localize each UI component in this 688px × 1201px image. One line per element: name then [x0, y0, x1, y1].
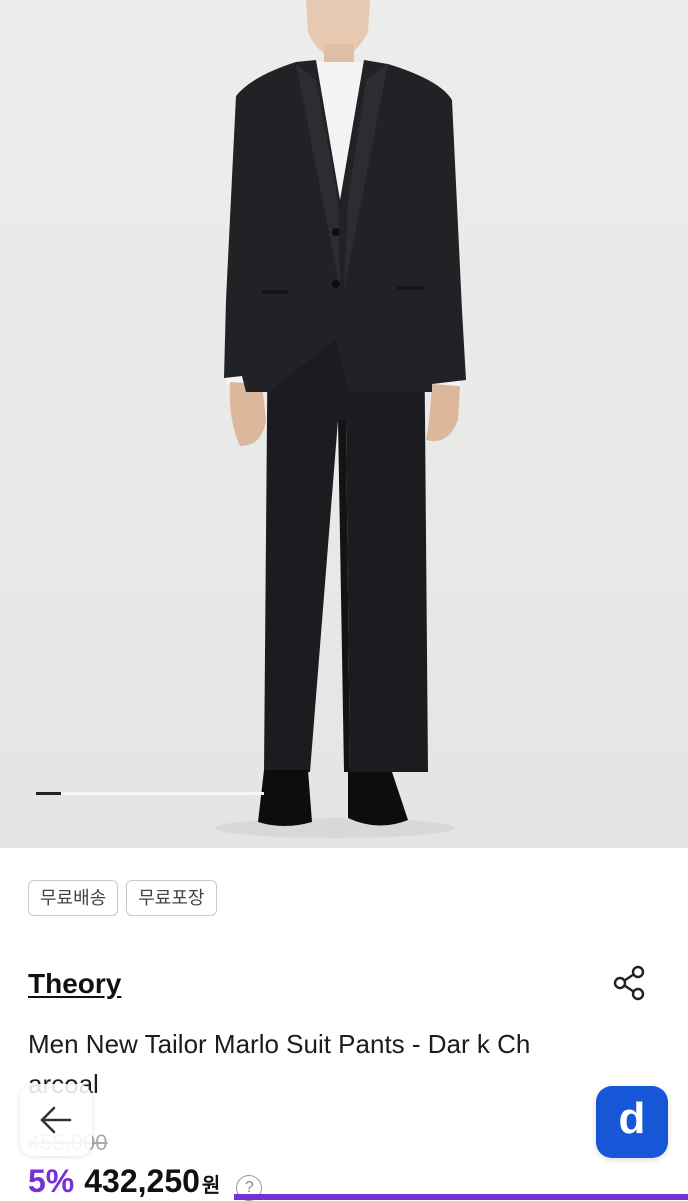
app-logo-button[interactable]: d [596, 1086, 668, 1158]
tag-free-wrapping: 무료포장 [126, 880, 217, 916]
share-button[interactable] [608, 962, 652, 1006]
back-button[interactable] [20, 1084, 92, 1156]
carousel-progress-track [36, 792, 264, 795]
product-title: Men New Tailor Marlo Suit Pants - Dar k … [28, 1029, 531, 1099]
price-row: 5% 432,250 원 ? [28, 1163, 263, 1201]
tag-free-shipping: 무료배송 [28, 880, 119, 916]
carousel-progress-fill [36, 792, 62, 795]
currency-label: 원 [201, 1175, 221, 1197]
brand-link[interactable]: Theory [28, 968, 121, 1000]
shipping-tags: 무료배송 무료포장 [28, 880, 217, 916]
sale-price: 432,250 [84, 1163, 200, 1199]
product-image[interactable] [0, 0, 688, 848]
discount-rate: 5% [28, 1163, 75, 1199]
arrow-left-icon [40, 1106, 72, 1134]
model-figure [215, 0, 466, 838]
share-icon [613, 965, 645, 1001]
bottom-accent-bar [234, 1194, 688, 1200]
